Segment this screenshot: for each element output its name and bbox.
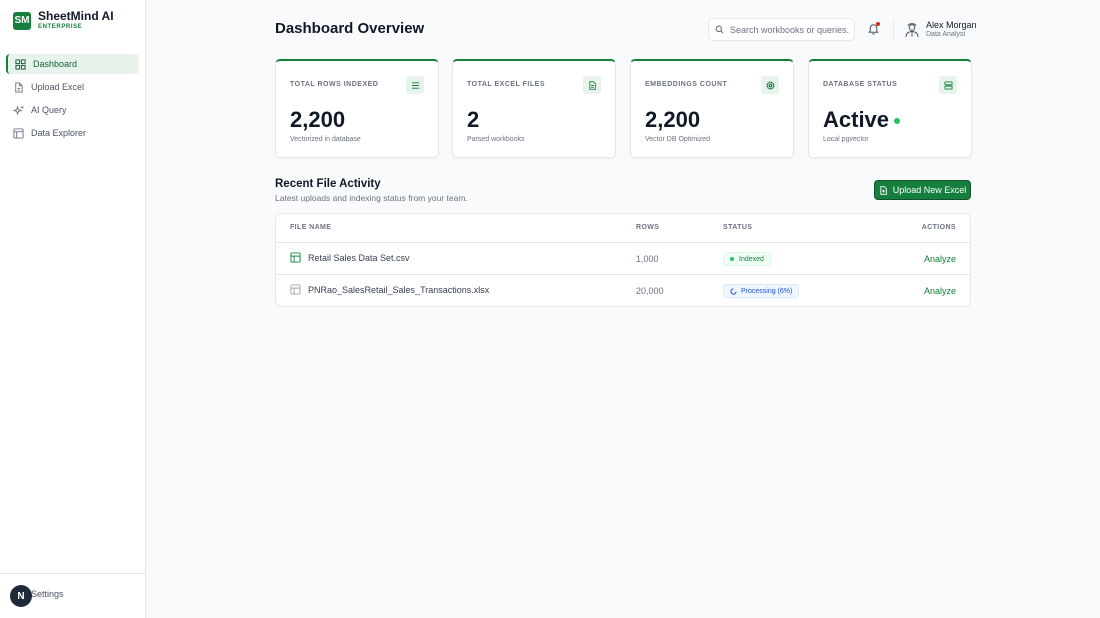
stat-card-database-status: DATABASE STATUS Active Local pgvector	[808, 59, 972, 158]
stat-label: DATABASE STATUS	[823, 81, 898, 88]
stat-subtext: Local pgvector	[823, 136, 869, 143]
sidebar-item-data-explorer[interactable]: Data Explorer	[6, 123, 139, 143]
header-divider	[893, 20, 894, 40]
file-plus-icon	[880, 185, 887, 195]
status-dot	[894, 118, 901, 124]
row-count: 1,000	[636, 254, 659, 264]
search-box[interactable]	[708, 18, 855, 41]
sidebar-item-ai-query[interactable]: AI Query	[6, 100, 139, 120]
stat-label: TOTAL ROWS INDEXED	[290, 81, 379, 88]
sidebar-item-label: Data Explorer	[31, 128, 87, 138]
sidebar-item-label: AI Query	[31, 105, 67, 115]
table-icon	[13, 127, 24, 139]
file-name: Retail Sales Data Set.csv	[308, 252, 410, 263]
spreadsheet-icon	[290, 252, 301, 263]
file-activity-table: FILE NAME ROWS STATUS ACTIONS Retail Sal…	[275, 213, 971, 307]
analyze-link[interactable]: Analyze	[924, 254, 956, 264]
notification-dot	[876, 22, 880, 26]
spinner-icon	[730, 287, 737, 295]
status-badge: Processing (6%)	[723, 284, 800, 298]
stat-icon-box	[761, 76, 779, 94]
file-icon	[15, 81, 23, 93]
stat-value: 2,200	[645, 107, 701, 132]
column-header-rows: ROWS	[636, 224, 660, 231]
stat-icon-box	[939, 76, 957, 94]
sidebar-footer: Settings N	[0, 573, 146, 618]
spreadsheet-icon	[290, 284, 301, 295]
file-name-cell: PNRao_SalesRetail_Sales_Transactions.xls…	[290, 284, 489, 295]
stat-value: Active	[823, 107, 901, 133]
file-text-icon	[588, 80, 596, 90]
sidebar-item-settings[interactable]: Settings	[31, 589, 64, 599]
stat-card-rows-indexed: TOTAL ROWS INDEXED 2,200 Vectorized in d…	[275, 59, 439, 158]
row-count: 20,000	[636, 286, 664, 296]
search-icon	[715, 25, 724, 34]
stat-value: 2	[467, 107, 480, 132]
upload-new-excel-button[interactable]: Upload New Excel	[874, 180, 971, 200]
sidebar-item-upload-excel[interactable]: Upload Excel	[6, 77, 139, 97]
stat-label: EMBEDDINGS COUNT	[645, 81, 728, 88]
section-title: Recent File Activity	[275, 178, 381, 190]
grid-icon	[15, 58, 26, 70]
column-header-status: STATUS	[723, 224, 753, 231]
stat-card-excel-files: TOTAL EXCEL FILES 2 Parsed workbooks	[452, 59, 616, 158]
stat-icon-box	[583, 76, 601, 94]
page-title: Dashboard Overview	[275, 20, 425, 37]
stat-value: 2,200	[290, 107, 346, 132]
status-badge: Indexed	[723, 252, 771, 266]
section-subtitle: Latest uploads and indexing status from …	[275, 193, 468, 203]
assistant-badge[interactable]: N	[10, 585, 32, 607]
sparkles-icon	[13, 104, 24, 116]
sidebar: SM SheetMind AI ENTERPRISE Dashboard Upl…	[0, 0, 146, 618]
upload-button-label: Upload New Excel	[892, 185, 967, 195]
sidebar-item-dashboard[interactable]: Dashboard	[6, 54, 139, 74]
stat-icon-box	[406, 76, 424, 94]
brand-logo: SM	[13, 11, 31, 30]
stat-label: TOTAL EXCEL FILES	[467, 81, 545, 88]
avatar[interactable]	[903, 20, 921, 38]
brand-name: SheetMind AI	[38, 9, 114, 23]
stat-subtext: Vectorized in database	[290, 136, 361, 143]
table-row[interactable]: Retail Sales Data Set.csv 1,000 Indexed …	[276, 243, 970, 275]
sidebar-nav: Dashboard Upload Excel AI Query Data Exp…	[6, 54, 139, 146]
column-header-actions: ACTIONS	[921, 224, 956, 231]
list-icon	[411, 81, 419, 89]
search-input[interactable]	[730, 24, 850, 35]
brand-tier: ENTERPRISE	[38, 24, 83, 30]
column-header-file-name: FILE NAME	[290, 224, 332, 231]
stat-subtext: Vector DB Optimized	[645, 136, 710, 143]
stat-card-embeddings: EMBEDDINGS COUNT 2,200 Vector DB Optimiz…	[630, 59, 794, 158]
sidebar-item-label: Dashboard	[33, 59, 78, 69]
table-row[interactable]: PNRao_SalesRetail_Sales_Transactions.xls…	[276, 275, 970, 306]
server-icon	[943, 80, 953, 90]
file-name: PNRao_SalesRetail_Sales_Transactions.xls…	[308, 284, 490, 295]
user-name[interactable]: Alex Morgan	[926, 20, 977, 30]
brand[interactable]: SM SheetMind AI ENTERPRISE	[13, 10, 114, 31]
stat-subtext: Parsed workbooks	[467, 136, 525, 143]
cpu-icon	[765, 80, 775, 90]
sidebar-item-label: Upload Excel	[31, 82, 85, 92]
analyze-link[interactable]: Analyze	[924, 286, 956, 296]
user-role: Data Analyst	[926, 31, 966, 38]
file-name-cell: Retail Sales Data Set.csv	[290, 252, 410, 263]
indexed-dot	[730, 257, 734, 261]
